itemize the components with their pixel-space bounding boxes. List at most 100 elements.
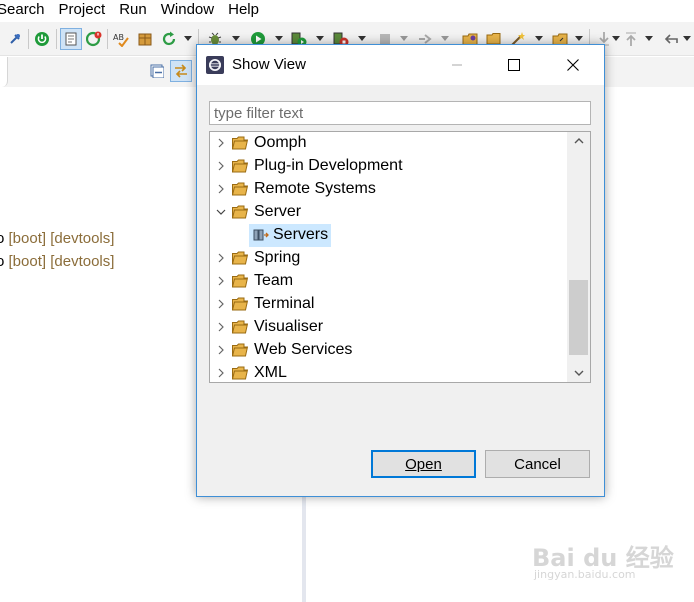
chevron-down-icon[interactable] [535,36,543,41]
tree-item-web-services[interactable]: Web Services [210,339,570,362]
console-line-prefix: o [0,230,5,247]
scroll-thumb[interactable] [569,280,588,355]
show-view-dialog: Show View Oomph Plug-in Development Re [196,44,605,497]
tree-item-label: Servers [273,226,329,243]
folder-icon [232,366,249,380]
refresh-icon[interactable] [161,31,177,47]
chevron-right-icon[interactable] [215,366,227,380]
minimize-button[interactable] [434,45,480,85]
chevron-down-icon[interactable] [358,36,366,41]
tree-item-label: Team [254,272,294,289]
watermark: Bai du 经验 jingyan.baidu.com [532,538,674,586]
folder-icon [232,251,249,265]
folder-icon [232,320,249,334]
folder-icon [232,182,249,196]
maximize-icon [508,59,520,71]
chevron-down-icon[interactable] [575,36,583,41]
close-button[interactable] [550,45,596,85]
chevron-down-icon[interactable] [232,36,240,41]
tree-item-terminal[interactable]: Terminal [210,293,570,316]
scroll-down-button[interactable] [567,365,590,382]
cancel-button[interactable]: Cancel [485,450,590,478]
chevron-right-icon[interactable] [215,297,227,311]
menu-run[interactable]: Run [112,0,154,20]
pin-icon[interactable] [7,31,23,47]
chevron-down-icon[interactable] [400,36,408,41]
chevron-down-icon[interactable] [316,36,324,41]
chevron-down-icon[interactable] [275,36,283,41]
folder-icon [232,274,249,288]
collapse-all-icon[interactable] [149,63,165,79]
folder-icon [232,343,249,357]
sash-divider[interactable] [302,497,306,602]
console-line: o [boot] [devtools] [0,253,114,270]
tree-item-visualiser[interactable]: Visualiser [210,316,570,339]
console-line: o [boot] [devtools] [0,230,114,247]
folder-icon [232,297,249,311]
tree-item-label: Plug-in Development [254,157,403,174]
filter-input[interactable] [209,101,591,125]
chevron-down-icon[interactable] [645,36,653,41]
watermark-url: jingyan.baidu.com [534,568,636,581]
chevron-right-icon[interactable] [215,136,227,150]
chevron-right-icon[interactable] [215,182,227,196]
tree-item-label: Web Services [254,341,353,358]
chevron-down-icon[interactable] [683,36,691,41]
tree-scrollbar[interactable] [567,132,590,382]
spell-check-icon[interactable]: AB [113,31,129,47]
menu-help[interactable]: Help [221,0,266,20]
toggle-mark-icon[interactable] [60,28,82,50]
chevron-up-icon [574,138,583,144]
chevron-right-icon[interactable] [215,159,227,173]
tree-item-label: Visualiser [254,318,324,335]
tree-item-label: XML [254,364,287,381]
tree-item-label: Remote Systems [254,180,376,197]
folder-icon [232,159,249,173]
tree-item-spring[interactable]: Spring [210,247,570,270]
console-line-prefix: o [0,253,5,270]
chevron-down-icon[interactable] [215,205,227,219]
maximize-button[interactable] [491,45,537,85]
close-icon [567,59,579,71]
chevron-right-icon[interactable] [215,274,227,288]
dialog-titlebar[interactable]: Show View [197,45,604,85]
folder-icon [232,136,249,150]
view-tab[interactable] [0,57,8,87]
chevron-down-icon[interactable] [184,36,192,41]
back-icon[interactable] [663,31,679,47]
menu-bar: Search Project Run Window Help [0,0,694,20]
tree-item-oomph[interactable]: Oomph [210,132,570,155]
chevron-right-icon[interactable] [215,343,227,357]
link-with-editor-icon[interactable] [170,60,192,82]
prev-annotation-icon[interactable] [623,31,639,47]
svg-text:AB: AB [113,33,124,42]
minimize-icon [452,64,462,66]
package-icon[interactable] [137,31,153,47]
menu-search[interactable]: Search [0,0,52,20]
servers-view-icon [253,228,269,242]
tree-item-team[interactable]: Team [210,270,570,293]
open-button[interactable]: Open [371,450,476,478]
tree-item-xml[interactable]: XML [210,362,570,382]
chevron-right-icon[interactable] [215,251,227,265]
menu-window[interactable]: Window [154,0,221,20]
tree-item-label: Oomph [254,134,307,151]
console-line-tags: [boot] [devtools] [8,230,115,247]
menu-project[interactable]: Project [52,0,113,20]
tree-item-label: Server [254,203,302,220]
dialog-title: Show View [232,56,306,73]
power-icon[interactable] [34,31,50,47]
chevron-down-icon[interactable] [612,36,620,41]
refresh-error-icon[interactable] [86,31,102,47]
eclipse-icon [206,56,224,74]
tree-item-remote-systems[interactable]: Remote Systems [210,178,570,201]
tree-item-label: Spring [254,249,301,266]
chevron-down-icon[interactable] [441,36,449,41]
tree-item-label: Terminal [254,295,315,312]
chevron-right-icon[interactable] [215,320,227,334]
open-button-label: Open [405,455,442,473]
tree-item-servers[interactable]: Servers [210,224,570,247]
tree-item-server[interactable]: Server [210,201,570,224]
tree-item-plug-in-development[interactable]: Plug-in Development [210,155,570,178]
scroll-up-button[interactable] [567,132,590,149]
